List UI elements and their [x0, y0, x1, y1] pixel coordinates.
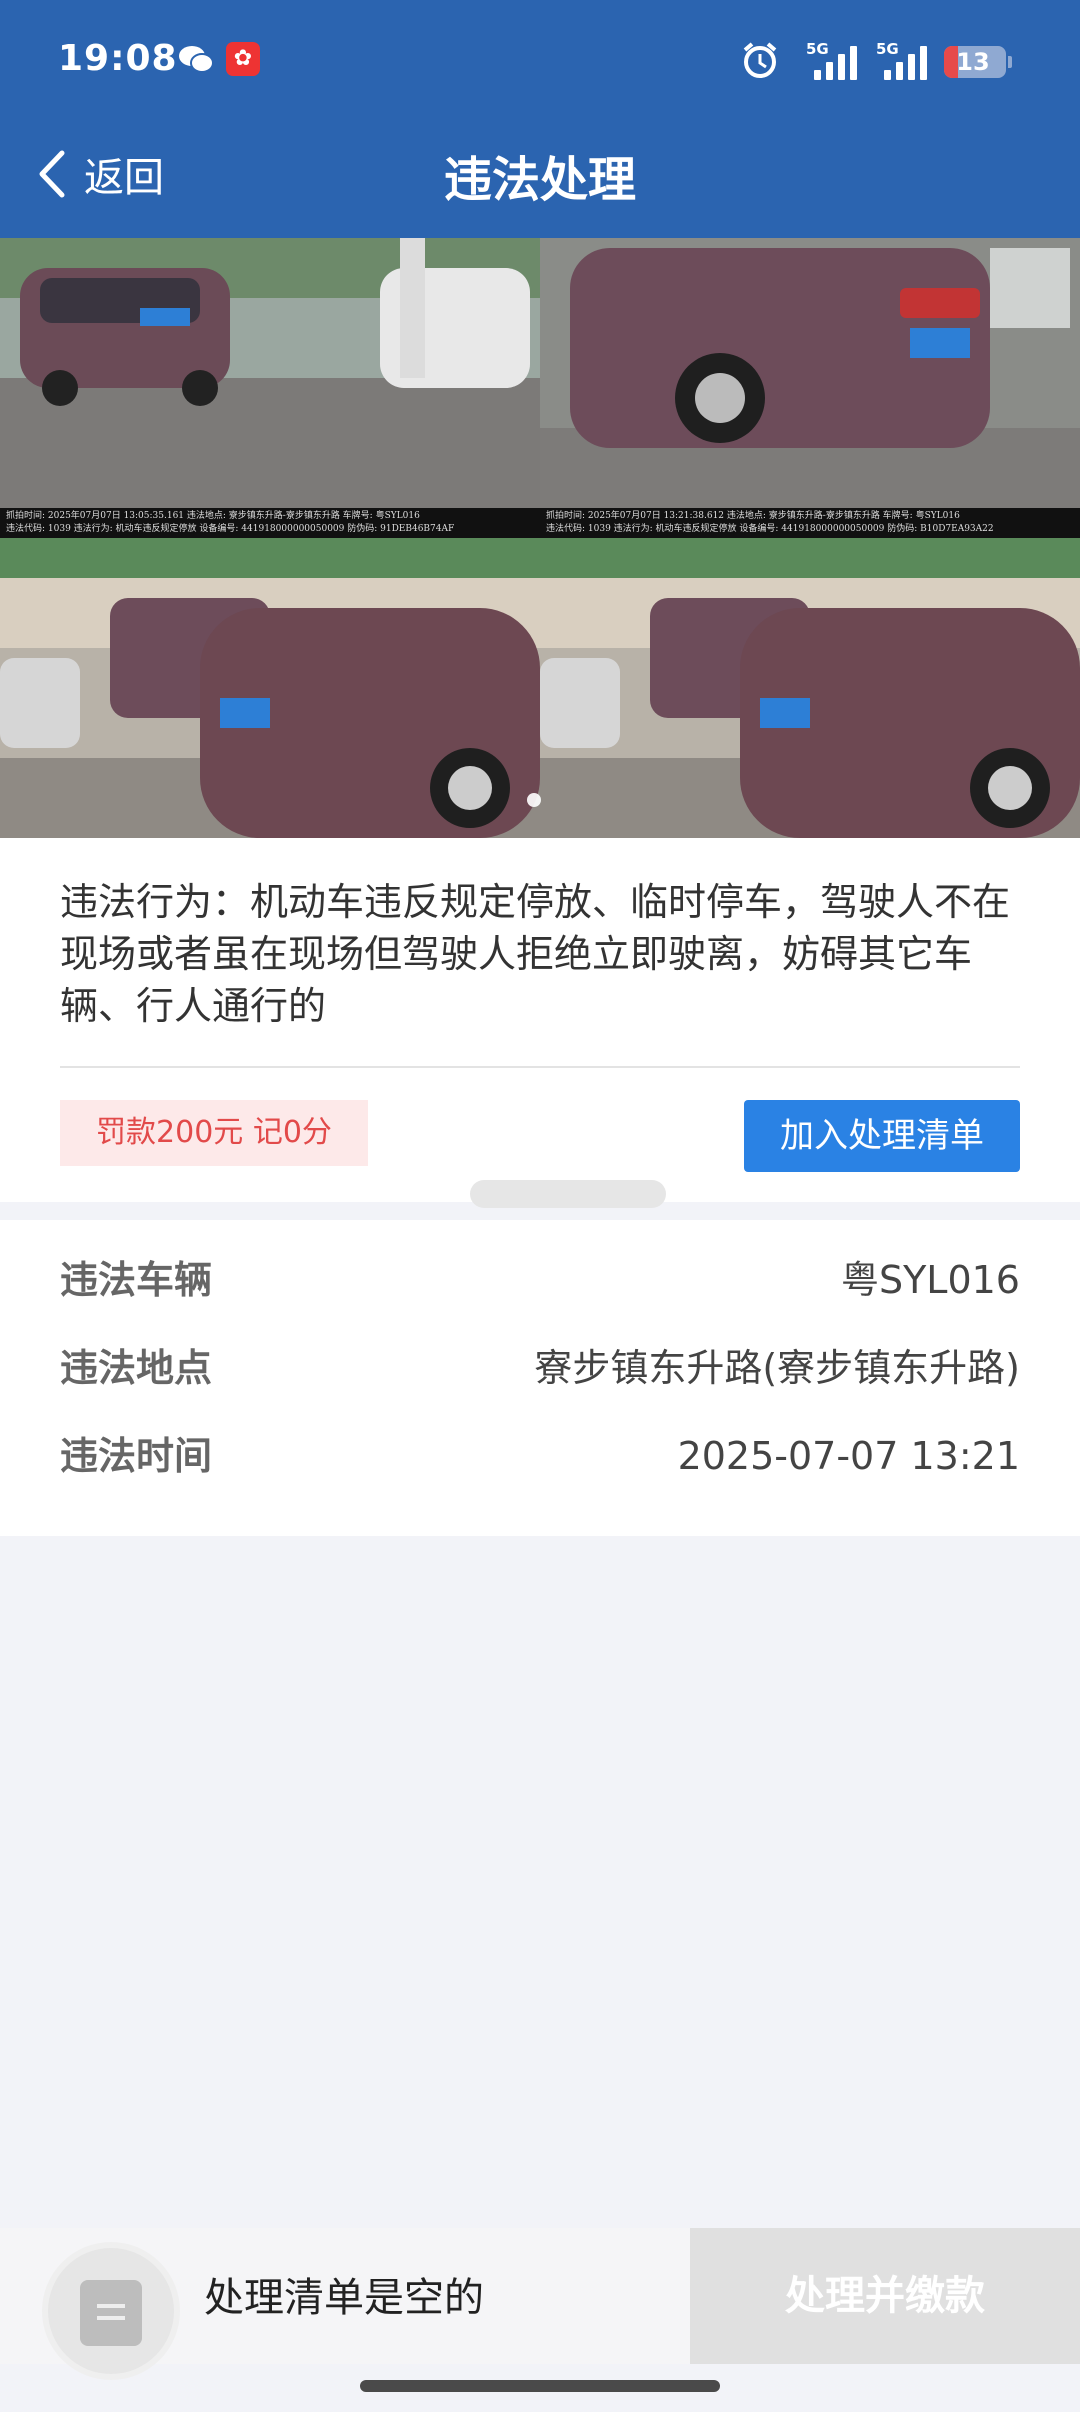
car-photo-image	[540, 238, 1080, 538]
signal-icon: 5G	[806, 40, 864, 82]
detail-label: 违法时间	[60, 1434, 213, 1478]
detail-row-time: 违法时间 2025-07-07 13:21	[60, 1426, 1020, 1486]
car-photo-image	[0, 238, 540, 538]
car-photo-image	[540, 538, 1080, 838]
evidence-photo[interactable]	[0, 538, 540, 838]
battery-icon: 13	[944, 46, 1012, 78]
battery-level: 13	[956, 48, 990, 76]
violation-card: 违法行为：机动车违反规定停放、临时停车，驾驶人不在现场或者虽在现场但驾驶人拒绝立…	[0, 838, 1080, 1208]
car-photo-image	[0, 538, 540, 838]
caption-line: 违法代码: 1039 违法行为: 机动车违反规定停放 设备编号: 4419180…	[6, 524, 455, 534]
caption-line: 抓拍时间: 2025年07月07日 13:05:35.161 违法地点: 寮步镇…	[6, 511, 420, 521]
detail-row-vehicle: 违法车辆 粤SYL016	[60, 1250, 1020, 1310]
photo-caption: 抓拍时间: 2025年07月07日 13:21:38.612 违法地点: 寮步镇…	[540, 508, 1080, 538]
process-list-icon[interactable]	[48, 2248, 174, 2374]
fine-badge: 罚款200元 记0分	[60, 1100, 368, 1166]
evidence-photo[interactable]: 抓拍时间: 2025年07月07日 13:05:35.161 违法地点: 寮步镇…	[0, 238, 540, 538]
detail-label: 违法车辆	[60, 1258, 213, 1302]
top-bar: 19:08 ✿ 5G 5G 13 返回 违法处理	[0, 0, 1080, 238]
evidence-photo[interactable]	[540, 538, 1080, 838]
process-and-pay-button[interactable]: 处理并缴款	[690, 2228, 1080, 2364]
watermark-logo	[470, 1180, 666, 1208]
detail-label: 违法地点	[60, 1346, 213, 1390]
home-indicator[interactable]	[360, 2380, 720, 2392]
detail-value: 粤SYL016	[840, 1258, 1020, 1302]
signal-icon: 5G	[876, 40, 934, 82]
status-bar: 19:08 ✿ 5G 5G 13	[0, 0, 1080, 120]
violation-description: 违法行为：机动车违反规定停放、临时停车，驾驶人不在现场或者虽在现场但驾驶人拒绝立…	[60, 880, 1011, 1028]
alarm-icon	[743, 42, 777, 78]
bottom-action-bar: 处理清单是空的 处理并缴款	[0, 2228, 1080, 2374]
divider	[60, 1066, 1020, 1068]
detail-value: 2025-07-07 13:21	[677, 1434, 1020, 1478]
evidence-photo-carousel[interactable]: 抓拍时间: 2025年07月07日 13:05:35.161 违法地点: 寮步镇…	[0, 238, 1080, 838]
photo-caption: 抓拍时间: 2025年07月07日 13:05:35.161 违法地点: 寮步镇…	[0, 508, 540, 538]
status-time: 19:08	[58, 38, 178, 79]
detail-row-location: 违法地点 寮步镇东升路(寮步镇东升路)	[60, 1338, 1020, 1398]
carousel-indicator-dot[interactable]	[527, 793, 541, 807]
violation-details: 违法车辆 粤SYL016 违法地点 寮步镇东升路(寮步镇东升路) 违法时间 20…	[0, 1220, 1080, 1536]
detail-value: 寮步镇东升路(寮步镇东升路)	[534, 1346, 1020, 1390]
caption-line: 抓拍时间: 2025年07月07日 13:21:38.612 违法地点: 寮步镇…	[546, 511, 960, 521]
evidence-photo[interactable]: 抓拍时间: 2025年07月07日 13:21:38.612 违法地点: 寮步镇…	[540, 238, 1080, 538]
add-to-list-button[interactable]: 加入处理清单	[744, 1100, 1020, 1172]
caption-line: 违法代码: 1039 违法行为: 机动车违反规定停放 设备编号: 4419180…	[546, 524, 994, 534]
process-list-status: 处理清单是空的	[204, 2275, 484, 2321]
signal-label: 5G	[876, 40, 899, 58]
wechat-icon	[179, 46, 214, 73]
page-title: 违法处理	[443, 152, 636, 208]
signal-label: 5G	[806, 40, 829, 58]
app-notification-icon: ✿	[226, 42, 260, 76]
